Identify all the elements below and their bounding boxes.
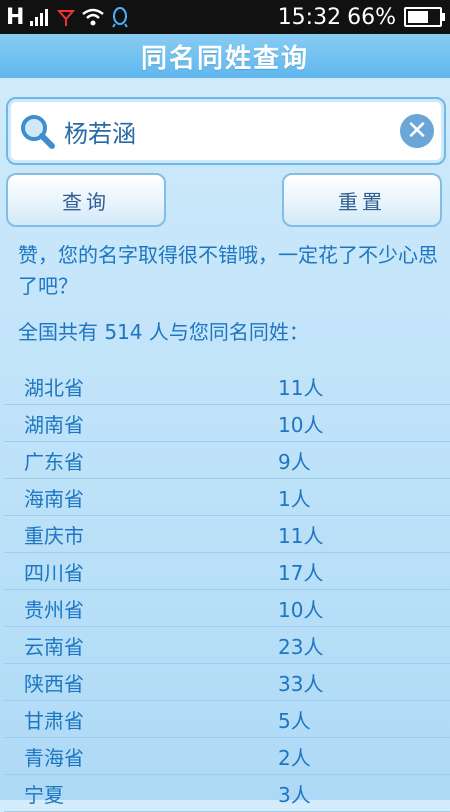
sim2-no-signal-icon [57,10,76,26]
person-count: 11人 [278,523,324,548]
search-box[interactable]: ✕ [6,97,446,165]
province-name: 四川省 [24,560,84,585]
person-count: 17人 [278,560,324,585]
search-input[interactable] [62,110,400,152]
province-name: 贵州省 [24,597,84,622]
wifi-icon [82,8,105,26]
list-item: 海南省 1人 [4,479,450,516]
person-count: 9人 [278,449,311,474]
page-title: 同名同姓查询 [0,34,450,78]
province-name: 宁夏 [24,782,64,807]
list-item: 四川省 17人 [4,553,450,590]
result-message: 赞，您的名字取得很不错哦，一定花了不少心思了吧？ [18,243,438,298]
list-item: 贵州省 10人 [4,590,450,627]
list-item: 陕西省 33人 [4,664,450,701]
list-item: 宁夏 3人 [4,775,450,812]
reset-button[interactable]: 重置 [282,173,442,227]
province-name: 甘肃省 [24,708,84,733]
province-name: 海南省 [24,486,84,511]
person-count: 10人 [278,412,324,437]
person-count: 2人 [278,745,311,770]
result-summary: 全国共有 514 人与您同名同姓： [18,320,309,344]
province-name: 重庆市 [24,523,84,548]
status-bar: H 15:32 66% [0,0,450,34]
person-count: 3人 [278,782,311,807]
qq-icon [112,7,129,28]
person-count: 1人 [278,486,311,511]
province-name: 湖北省 [24,375,84,400]
province-name: 陕西省 [24,671,84,696]
battery-fill [408,11,428,23]
list-item: 重庆市 11人 [4,516,450,553]
battery-percent: 66% [347,4,396,30]
list-item: 广东省 9人 [4,442,450,479]
battery-icon [404,7,445,27]
status-left: H [0,5,129,30]
status-right: 15:32 66% [278,5,450,30]
query-button[interactable]: 查询 [6,173,166,227]
province-name: 云南省 [24,634,84,659]
person-count: 11人 [278,375,324,400]
province-name: 湖南省 [24,412,84,437]
list-item: 湖北省 11人 [4,368,450,405]
list-item: 甘肃省 5人 [4,701,450,738]
person-count: 33人 [278,671,324,696]
list-item: 云南省 23人 [4,627,450,664]
result-list[interactable]: 湖北省 11人 湖南省 10人 广东省 9人 海南省 1人 重庆市 11人 四川省 17人 贵州省 10人… [4,368,450,812]
list-item: 湖南省 10人 [4,405,450,442]
network-type-label: H [6,4,24,30]
person-count: 10人 [278,597,324,622]
clear-icon[interactable]: ✕ [400,114,434,148]
list-item: 青海省 2人 [4,738,450,775]
signal-icon [30,9,49,26]
search-icon[interactable] [18,112,56,150]
clock: 15:32 [277,4,342,30]
province-name: 广东省 [24,449,84,474]
person-count: 23人 [278,634,324,659]
province-name: 青海省 [24,745,84,770]
person-count: 5人 [278,708,311,733]
